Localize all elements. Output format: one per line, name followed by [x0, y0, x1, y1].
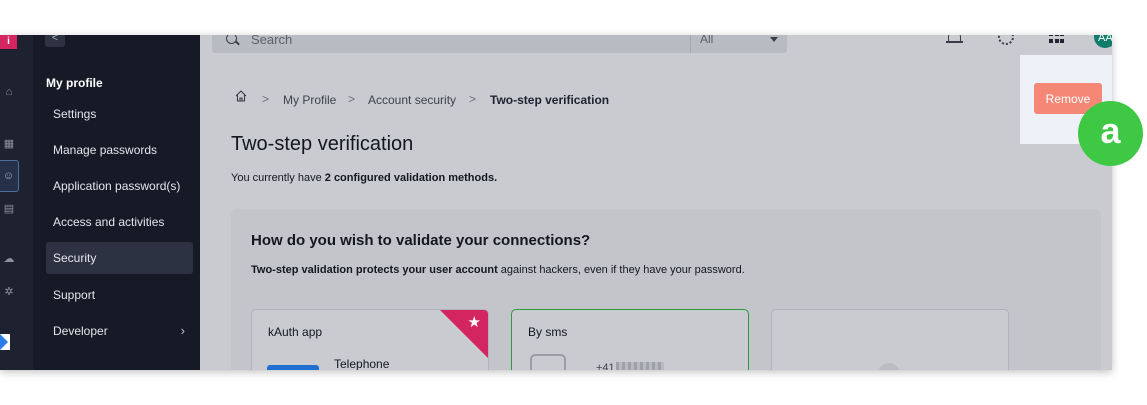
main-content: > My Profile > Account security > Two-st…: [200, 57, 1112, 370]
validation-card: How do you wish to validate your connect…: [231, 209, 1101, 370]
option-title: By sms: [528, 325, 568, 339]
breadcrumb-separator: >: [262, 92, 270, 106]
breadcrumb-separator: >: [469, 92, 477, 106]
app-window: i ⌂ ▦ ☺ ▤ ☁ ✲ < My profile Settings Mana…: [0, 35, 1112, 370]
option-by-sms[interactable]: By sms +41: [511, 309, 749, 370]
apps-grid-icon[interactable]: [1049, 35, 1064, 45]
search-input[interactable]: Search: [251, 35, 292, 47]
sidebar-item-label: Developer: [53, 324, 108, 338]
card-description: Two-step validation protects your user a…: [251, 264, 745, 276]
bell-icon[interactable]: [946, 35, 963, 43]
breadcrumb-current: Two-step verification: [490, 93, 610, 107]
phone-icon: [530, 354, 566, 370]
card-description-rest: against hackers, even if they have your …: [497, 264, 745, 276]
sidebar-item-access-activities[interactable]: Access and activities: [46, 206, 193, 238]
sidebar-item-manage-passwords[interactable]: Manage passwords: [46, 134, 193, 166]
gear-icon[interactable]: [998, 35, 1014, 45]
kmeet-icon[interactable]: [0, 334, 10, 350]
card-description-bold: Two-step validation protects your user a…: [251, 264, 498, 276]
phone-number-redacted: [616, 362, 664, 370]
sidebar-item-support[interactable]: Support: [46, 279, 193, 311]
home-icon[interactable]: ⌂: [0, 83, 18, 101]
search-icon: [226, 35, 237, 44]
app-rail: i ⌂ ▦ ☺ ▤ ☁ ✲: [0, 35, 33, 370]
search-filter-select[interactable]: All: [700, 35, 713, 46]
card-heading: How do you wish to validate your connect…: [251, 232, 591, 249]
sidebar-item-developer[interactable]: Developer ›: [46, 315, 193, 347]
sidebar-item-application-passwords[interactable]: Application password(s): [46, 170, 193, 202]
gear-small-icon[interactable]: ✲: [0, 283, 18, 301]
annotation-badge: a: [1078, 101, 1143, 166]
chevron-down-icon[interactable]: [770, 37, 778, 42]
option-title: kAuth app: [268, 325, 323, 339]
option-subtitle: Telephone: [334, 357, 390, 370]
users-icon[interactable]: ☺: [0, 160, 19, 192]
breadcrumb-my-profile[interactable]: My Profile: [283, 93, 336, 107]
option-add-method[interactable]: [771, 309, 1009, 370]
chevron-right-icon: ›: [180, 323, 185, 338]
document-icon[interactable]: ▤: [0, 200, 18, 218]
phone-number: +41: [596, 362, 615, 370]
collapse-sidebar-button[interactable]: <: [45, 35, 65, 47]
kauth-app-icon: [267, 365, 319, 370]
page-title: Two-step verification: [231, 133, 414, 155]
option-kauth-app[interactable]: kAuth app ★ Telephone: [251, 309, 489, 370]
search-bar[interactable]: Search All: [212, 35, 787, 53]
cloud-icon[interactable]: ☁: [0, 250, 18, 268]
sidebar: < My profile Settings Manage passwords A…: [33, 35, 200, 370]
avatar[interactable]: AA: [1094, 35, 1112, 48]
breadcrumb-account-security[interactable]: Account security: [368, 93, 456, 107]
search-divider: [690, 35, 691, 53]
app-logo[interactable]: i: [0, 35, 17, 49]
sidebar-item-settings[interactable]: Settings: [46, 98, 193, 130]
top-bar: Search All AA: [200, 35, 1112, 57]
subtitle-count: 2 configured validation methods.: [324, 172, 498, 184]
calendar-icon[interactable]: ▦: [0, 135, 18, 153]
page-subtitle: You currently have 2 configured validati…: [231, 172, 497, 184]
add-method-icon: [878, 363, 900, 370]
subtitle-prefix: You currently have: [231, 172, 325, 184]
breadcrumb-separator: >: [348, 92, 356, 106]
sidebar-item-security[interactable]: Security: [46, 242, 193, 274]
sidebar-section-title: My profile: [46, 76, 103, 90]
star-icon: ★: [467, 314, 481, 331]
home-breadcrumb-icon[interactable]: [235, 90, 247, 102]
